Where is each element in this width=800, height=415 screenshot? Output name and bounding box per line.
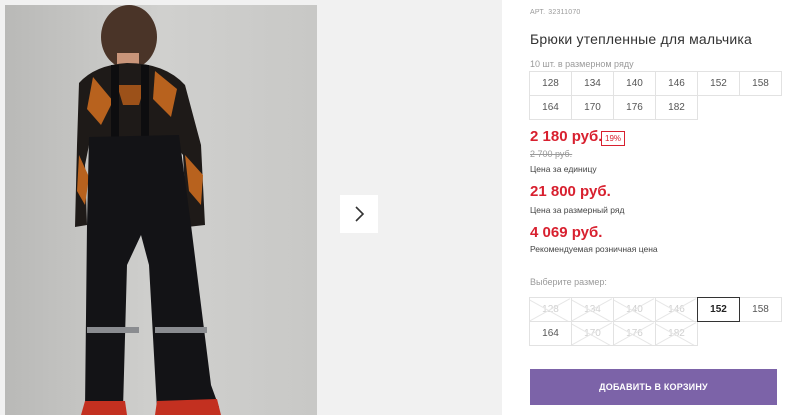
size-row-cell: 146 — [655, 71, 698, 96]
old-price: 2 700 руб. — [530, 149, 573, 159]
size-option-selected[interactable]: 152 — [697, 297, 740, 322]
size-option-unavailable: 182 — [655, 321, 698, 346]
size-row-price-label: Цена за размерный ряд — [530, 205, 625, 215]
add-to-cart-button[interactable]: ДОБАВИТЬ В КОРЗИНУ — [530, 369, 777, 405]
size-option-unavailable: 170 — [571, 321, 614, 346]
size-row-cell: 140 — [613, 71, 656, 96]
size-option-unavailable: 128 — [529, 297, 572, 322]
product-gallery — [0, 0, 502, 415]
size-option-unavailable: 176 — [613, 321, 656, 346]
size-option[interactable]: 164 — [529, 321, 572, 346]
unit-price-label: Цена за единицу — [530, 164, 597, 174]
next-image-button[interactable] — [340, 195, 378, 233]
size-row-count-label: 10 шт. в размерном ряду — [530, 59, 634, 69]
product-photo[interactable] — [5, 5, 317, 415]
size-option-unavailable: 146 — [655, 297, 698, 322]
size-option[interactable]: 158 — [739, 297, 782, 322]
recommended-retail-price: 4 069 руб. — [530, 224, 603, 241]
size-option-unavailable: 140 — [613, 297, 656, 322]
discount-badge: 19% — [601, 131, 626, 146]
unit-price: 2 180 руб. — [530, 128, 603, 145]
article-number: АРТ. 32311070 — [530, 9, 581, 16]
size-selector: 128 134 140 146 152 158 164 170 176 182 — [529, 297, 782, 346]
size-row-cell: 134 — [571, 71, 614, 96]
product-photo-image — [5, 5, 317, 415]
product-info-panel: АРТ. 32311070 Брюки утепленные для мальчи… — [502, 0, 800, 415]
chevron-right-icon — [355, 206, 365, 222]
size-row-cell: 170 — [571, 95, 614, 120]
size-row-cell: 164 — [529, 95, 572, 120]
choose-size-label: Выберите размер: — [530, 277, 607, 287]
size-row-cell: 182 — [655, 95, 698, 120]
size-row-cell: 158 — [739, 71, 782, 96]
article-value: 32311070 — [548, 9, 581, 16]
size-row-cell: 128 — [529, 71, 572, 96]
size-row-cell: 152 — [697, 71, 740, 96]
article-label: АРТ. — [530, 9, 546, 16]
size-row-price: 21 800 руб. — [530, 183, 611, 200]
size-row-grid: 128 134 140 146 152 158 164 170 176 182 — [529, 71, 782, 120]
size-row-cell: 176 — [613, 95, 656, 120]
product-title: Брюки утепленные для мальчика — [530, 31, 752, 47]
size-option-unavailable: 134 — [571, 297, 614, 322]
recommended-retail-price-label: Рекомендуемая розничная цена — [530, 244, 658, 254]
